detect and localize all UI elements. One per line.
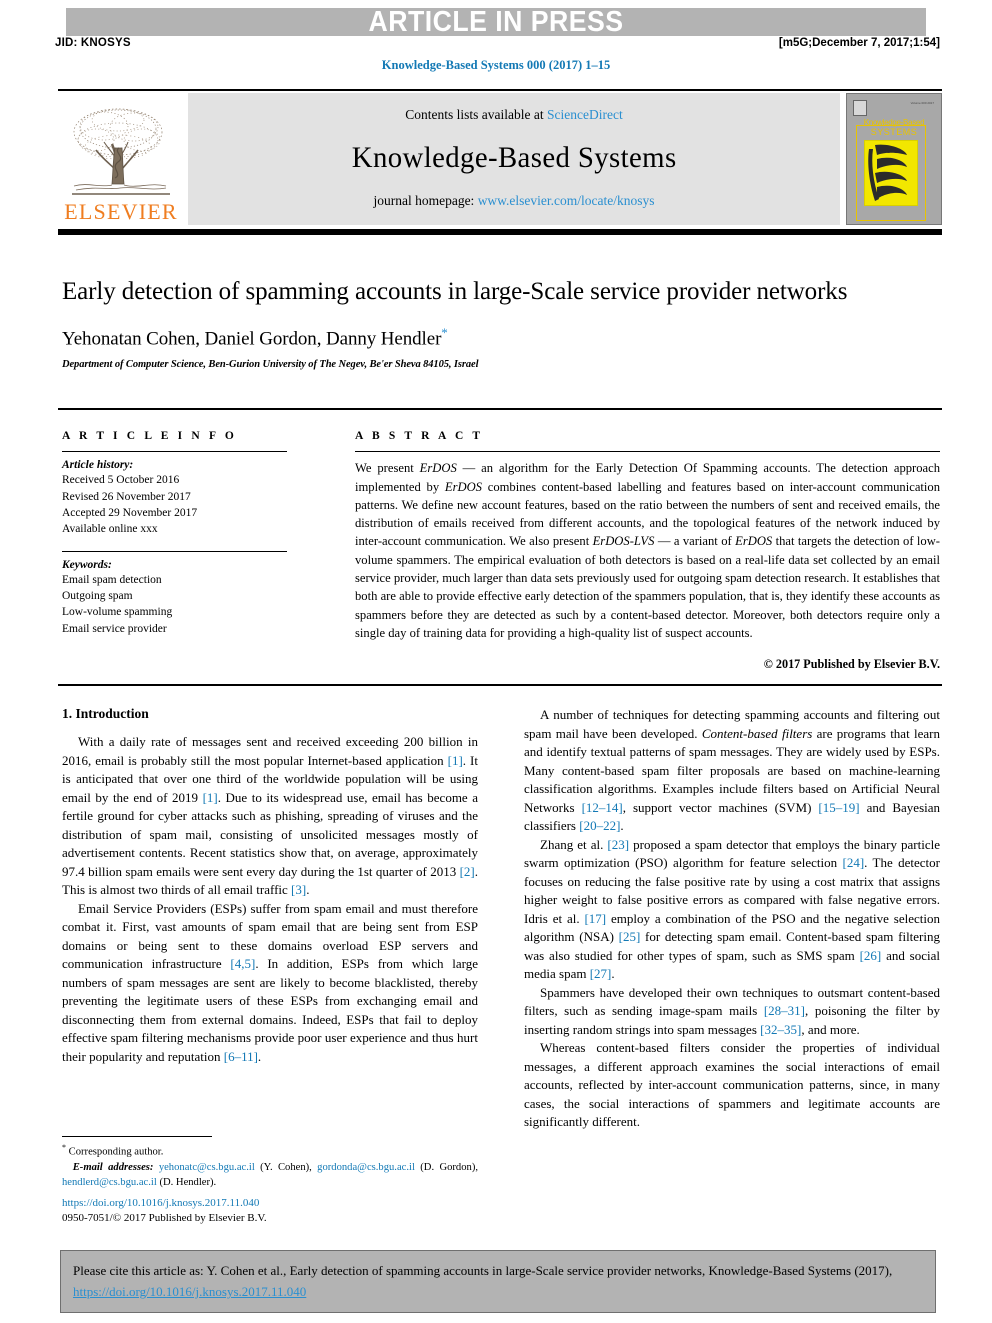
keywords-label: Keywords: bbox=[62, 558, 112, 571]
keyword-item: Email spam detection bbox=[62, 573, 162, 586]
contents-available-line: Contents lists available at ScienceDirec… bbox=[405, 107, 622, 123]
email-name-cohen: (Y. Cohen) bbox=[260, 1161, 310, 1173]
cite-text-prefix: Please cite this article as: Y. Cohen et… bbox=[73, 1263, 893, 1278]
keyword-item: Email service provider bbox=[62, 622, 167, 635]
abstract-heading: A B S T R A C T bbox=[355, 430, 484, 442]
keyword-item: Low-volume spamming bbox=[62, 606, 173, 619]
article-info-rule bbox=[62, 451, 287, 453]
footnote-rule bbox=[62, 1136, 212, 1137]
keywords-rule bbox=[62, 550, 287, 552]
running-head: JID: KNOSYS [m5G;December 7, 2017;1:54] bbox=[55, 37, 940, 49]
title-bottom-rule bbox=[58, 408, 942, 410]
abstract-column: A B S T R A C T We present ErDOS — an al… bbox=[307, 430, 940, 672]
abstract-text: We present ErDOS — an algorithm for the … bbox=[355, 461, 941, 640]
doi-block: https://doi.org/10.1016/j.knosys.2017.11… bbox=[62, 1196, 492, 1226]
contents-prefix: Contents lists available at bbox=[405, 107, 547, 122]
journal-cover-inner: Volume 000 2017 Knowledge-Based SYSTEMS bbox=[852, 99, 936, 221]
article-in-press-label: ARTICLE IN PRESS bbox=[368, 8, 624, 36]
article-history-label: Article history: bbox=[62, 459, 134, 472]
email-link-gordon[interactable]: gordonda@cs.bgu.ac.il bbox=[317, 1162, 415, 1173]
email-addresses-label: E-mail addresses: bbox=[72, 1161, 154, 1173]
history-accepted: Accepted 29 November 2017 bbox=[62, 506, 198, 519]
doi-link[interactable]: https://doi.org/10.1016/j.knosys.2017.11… bbox=[62, 1197, 259, 1209]
body-column-right: A number of techniques for detecting spa… bbox=[524, 706, 940, 1132]
masthead-bottom-rule bbox=[58, 229, 942, 235]
email-name-gordon: (D. Gordon) bbox=[420, 1161, 476, 1173]
issn-copyright-line: 0950-7051/© 2017 Published by Elsevier B… bbox=[62, 1212, 267, 1225]
keyword-item: Outgoing spam bbox=[62, 590, 133, 603]
corresponding-author-text: Corresponding author. bbox=[68, 1146, 164, 1158]
masthead-center-panel: Contents lists available at ScienceDirec… bbox=[188, 93, 840, 225]
homepage-prefix: journal homepage: bbox=[373, 193, 478, 208]
footnote-block: * Corresponding author. E-mail addresses… bbox=[62, 1142, 478, 1190]
journal-reference-line: Knowledge-Based Systems 000 (2017) 1–15 bbox=[381, 58, 611, 72]
article-info-heading: A R T I C L E I N F O bbox=[62, 430, 237, 442]
body-columns: 1. Introduction With a daily rate of mes… bbox=[62, 706, 940, 1132]
footnote-star-marker: * bbox=[62, 1143, 66, 1152]
title-block: Early detection of spamming accounts in … bbox=[62, 276, 934, 370]
paragraph: Whereas content-based filters consider t… bbox=[524, 1040, 940, 1130]
article-in-press-banner: ARTICLE IN PRESS bbox=[66, 8, 926, 36]
article-info-column: A R T I C L E I N F O Article history: R… bbox=[62, 430, 307, 672]
affiliation: Department of Computer Science, Ben-Guri… bbox=[62, 359, 479, 371]
body-column-left: 1. Introduction With a daily rate of mes… bbox=[62, 706, 478, 1132]
abstract-bottom-rule bbox=[58, 684, 942, 686]
elsevier-logo: ELSEVIER bbox=[58, 93, 184, 225]
cover-artwork-icon bbox=[864, 140, 918, 206]
abstract-rule bbox=[355, 451, 940, 453]
info-and-abstract: A R T I C L E I N F O Article history: R… bbox=[62, 430, 940, 672]
journal-cover-thumbnail: Volume 000 2017 Knowledge-Based SYSTEMS bbox=[846, 93, 942, 225]
elsevier-wordmark: ELSEVIER bbox=[64, 199, 178, 224]
section-heading-introduction: 1. Introduction bbox=[62, 706, 149, 721]
history-available-online: Available online xxx bbox=[62, 523, 158, 536]
cite-this-article-box: Please cite this article as: Y. Cohen et… bbox=[60, 1250, 936, 1314]
masthead-top-rule bbox=[58, 89, 942, 91]
corresponding-author-note: * Corresponding author. bbox=[62, 1142, 478, 1160]
history-received: Received 5 October 2016 bbox=[62, 474, 180, 487]
history-revised: Revised 26 November 2017 bbox=[62, 490, 191, 503]
paragraph: Spammers have developed their own techni… bbox=[524, 984, 941, 1037]
article-page: ARTICLE IN PRESS JID: KNOSYS [m5G;Decemb… bbox=[0, 0, 992, 1323]
journal-homepage-link[interactable]: www.elsevier.com/locate/knosys bbox=[478, 193, 655, 208]
journal-masthead: ELSEVIER Contents lists available at Sci… bbox=[58, 93, 942, 225]
sciencedirect-link[interactable]: ScienceDirect bbox=[547, 107, 623, 122]
page-title: Early detection of spamming accounts in … bbox=[62, 278, 848, 305]
author-list: Yehonatan Cohen, Daniel Gordon, Danny He… bbox=[62, 325, 934, 350]
journal-title: Knowledge-Based Systems bbox=[351, 141, 677, 174]
cover-volume-text: Volume 000 2017 bbox=[910, 101, 934, 105]
email-name-hendler: (D. Hendler). bbox=[159, 1176, 217, 1188]
email-link-hendler[interactable]: hendlerd@cs.bgu.ac.il bbox=[62, 1177, 157, 1188]
email-link-cohen[interactable]: yehonatc@cs.bgu.ac.il bbox=[159, 1162, 255, 1173]
paragraph: Email Service Providers (ESPs) suffer fr… bbox=[62, 900, 478, 1064]
abstract-copyright: © 2017 Published by Elsevier B.V. bbox=[763, 657, 940, 672]
typesetter-stamp: [m5G;December 7, 2017;1:54] bbox=[778, 37, 940, 49]
cover-helix-icon bbox=[868, 144, 907, 201]
cite-doi-link[interactable]: https://doi.org/10.1016/j.knosys.2017.11… bbox=[73, 1284, 306, 1299]
journal-homepage-line: journal homepage: www.elsevier.com/locat… bbox=[373, 193, 654, 209]
journal-id-label: JID: KNOSYS bbox=[55, 37, 131, 49]
cover-elsevier-badge-icon bbox=[853, 100, 867, 116]
elsevier-tree-icon bbox=[72, 108, 170, 195]
author-names: Yehonatan Cohen, Daniel Gordon, Danny He… bbox=[62, 328, 442, 350]
corresponding-author-marker: * bbox=[441, 325, 448, 340]
paragraph: With a daily rate of messages sent and r… bbox=[62, 734, 479, 898]
paragraph: A number of techniques for detecting spa… bbox=[524, 707, 941, 834]
paragraph: Zhang et al. [23] proposed a spam detect… bbox=[524, 836, 941, 982]
doi-line: https://doi.org/10.1016/j.knosys.2017.11… bbox=[62, 1196, 492, 1211]
email-addresses-note: E-mail addresses: yehonatc@cs.bgu.ac.il … bbox=[62, 1161, 479, 1188]
